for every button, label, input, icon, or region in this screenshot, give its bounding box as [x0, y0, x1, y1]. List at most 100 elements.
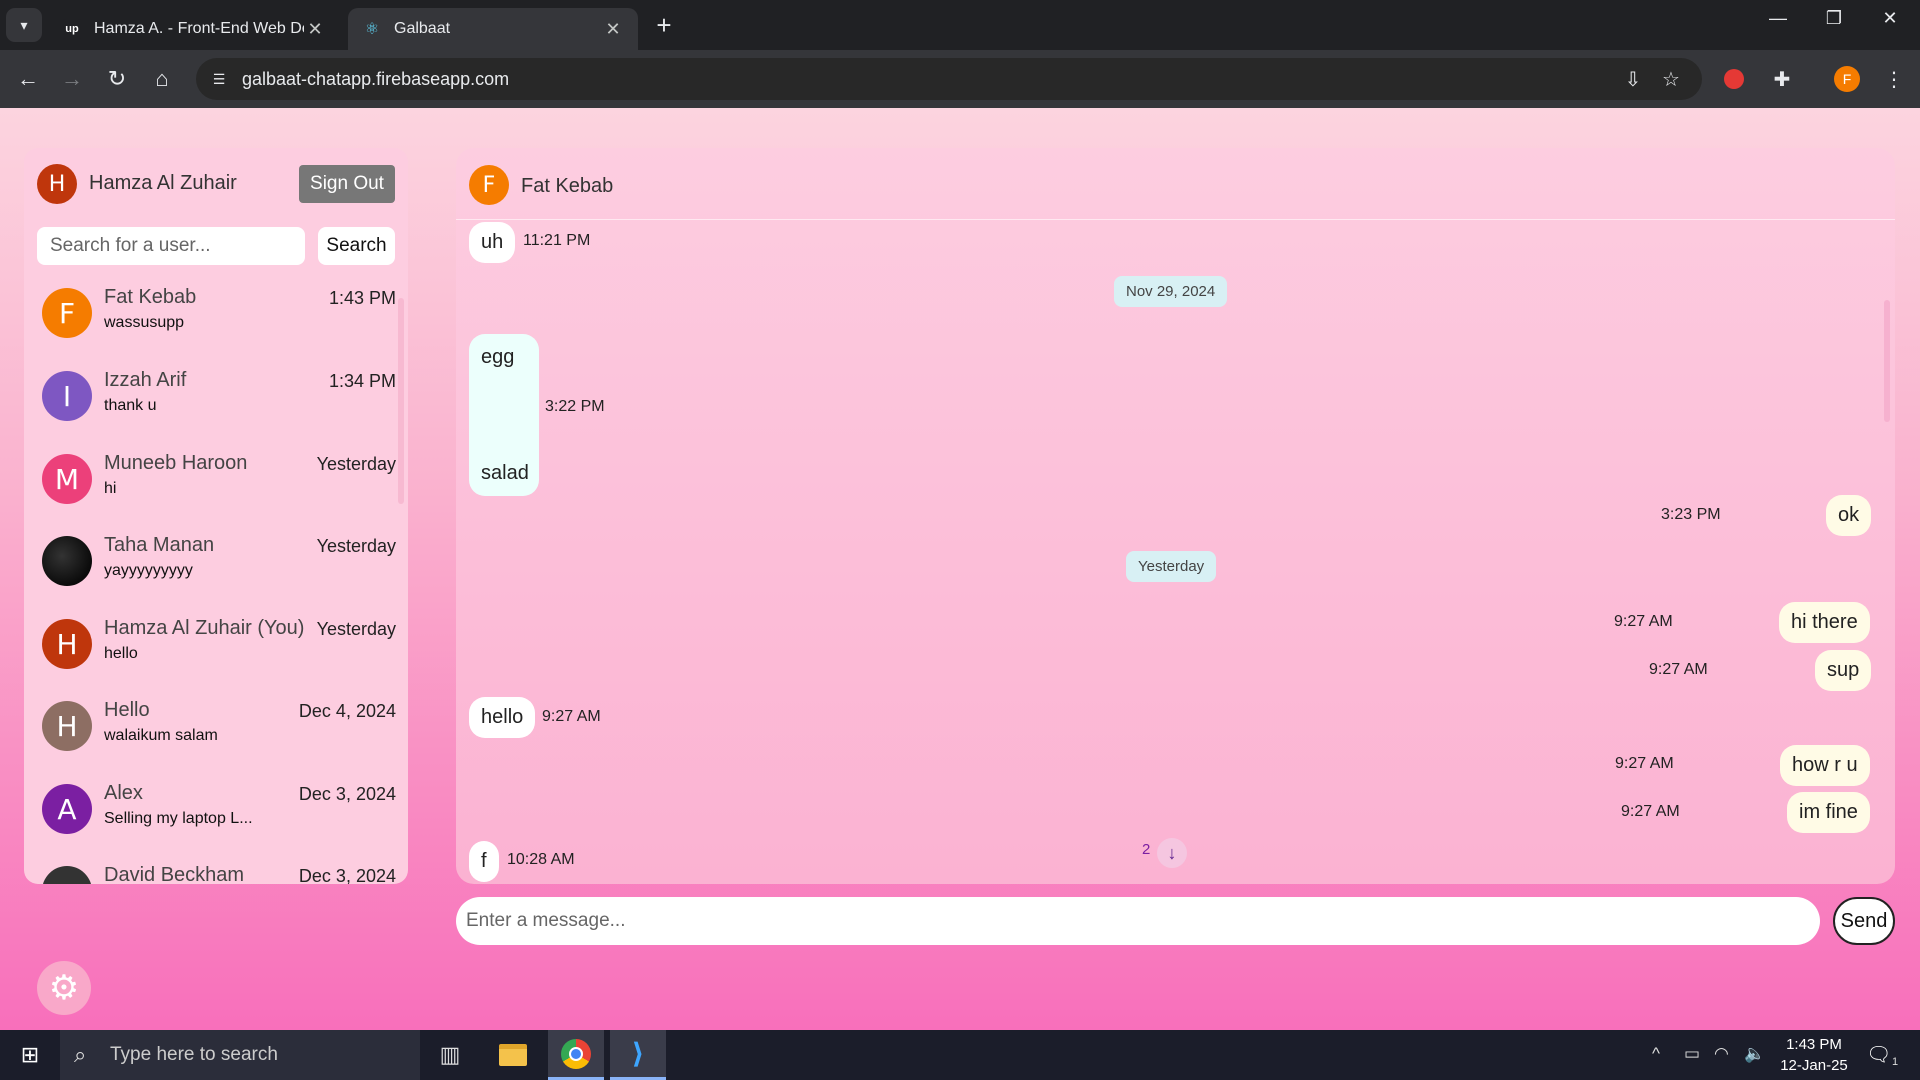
restore-icon[interactable]: ❐ — [1814, 8, 1854, 29]
message-time: 9:27 AM — [1614, 613, 1673, 630]
message-time: 10:28 AM — [507, 851, 575, 868]
sidebar: H Hamza Al Zuhair Sign Out Search F Fat … — [24, 148, 408, 884]
reload-icon[interactable]: ↻ — [101, 63, 133, 95]
contact-last-message: thank u — [104, 397, 157, 414]
message-time: 11:21 PM — [523, 232, 591, 249]
avatar: I — [42, 371, 92, 421]
tab-title: Galbaat — [394, 20, 451, 37]
site-info-icon[interactable]: ☰ — [206, 66, 232, 92]
show-hidden-icons-chevron-icon[interactable]: ^ — [1652, 1044, 1660, 1064]
back-arrow-icon[interactable]: ← — [12, 63, 44, 95]
browser-tab-upwork[interactable]: up Hamza A. - Front-End Web Dev ✕ — [48, 8, 340, 50]
chat-scrollbar[interactable] — [1884, 300, 1890, 422]
contact-time: Dec 4, 2024 — [298, 701, 396, 721]
taskbar-search-box[interactable]: ⌕ Type here to search — [60, 1030, 420, 1080]
volume-icon[interactable]: 🔈 — [1744, 1044, 1765, 1064]
taskbar-clock[interactable]: 1:43 PM 12-Jan-25 — [1774, 1034, 1854, 1076]
message-line: salad — [481, 462, 529, 484]
clock-time: 1:43 PM — [1786, 1036, 1842, 1053]
close-window-icon[interactable]: ✕ — [1870, 8, 1910, 29]
scroll-down-arrow-icon[interactable]: ↓ — [1157, 838, 1187, 868]
url-text: galbaat-chatapp.firebaseapp.com — [242, 69, 510, 89]
contact-list-scrollbar[interactable] — [398, 298, 404, 504]
chat-panel: F Fat Kebab uh 11:21 PM Nov 29, 2024 egg… — [456, 148, 1895, 884]
minimize-icon[interactable]: — — [1758, 8, 1798, 29]
date-separator: Nov 29, 2024 — [1114, 276, 1228, 307]
browser-tab-galbaat[interactable]: ⚛ Galbaat ✕ — [348, 8, 638, 50]
contact-item-david-beckham[interactable]: David Beckham Dec 3, 2024 — [24, 856, 396, 884]
extension-hand-icon[interactable] — [1718, 63, 1750, 95]
extensions-puzzle-icon[interactable]: ✚ — [1766, 63, 1798, 95]
avatar: M — [42, 454, 92, 504]
browser-toolbar: ← → ↻ ⌂ ☰ galbaat-chatapp.firebaseapp.co… — [0, 50, 1920, 108]
close-tab-icon[interactable]: ✕ — [304, 19, 326, 40]
browser-tabstrip: ▾ up Hamza A. - Front-End Web Dev ✕ ⚛ Ga… — [0, 0, 1920, 50]
menu-kebab-icon[interactable]: ⋮ — [1878, 63, 1910, 95]
message-time: 9:27 AM — [1649, 661, 1708, 678]
date-separator: Yesterday — [1126, 551, 1217, 582]
chrome-icon[interactable] — [548, 1030, 604, 1080]
contact-item-fat-kebab[interactable]: F Fat Kebab wassusupp 1:43 PM — [24, 278, 396, 360]
contact-item-muneeb-haroon[interactable]: M Muneeb Haroon hi Yesterday — [24, 444, 396, 526]
new-tab-plus-icon[interactable]: + — [650, 10, 678, 41]
sidebar-header: H Hamza Al Zuhair Sign Out — [24, 148, 408, 220]
message-time: 3:23 PM — [1661, 506, 1721, 523]
contact-list: F Fat Kebab wassusupp 1:43 PM I Izzah Ar… — [24, 278, 396, 884]
current-user-name: Hamza Al Zuhair — [89, 172, 237, 194]
settings-gear-icon[interactable]: ⚙ — [37, 961, 91, 1015]
message-line: egg — [481, 346, 515, 368]
notification-icon[interactable]: 🗨 — [1866, 1042, 1891, 1067]
avatar — [42, 866, 92, 884]
search-button[interactable]: Search — [318, 227, 395, 265]
contact-item-hello[interactable]: H Hello walaikum salam Dec 4, 2024 — [24, 691, 396, 773]
chat-contact-name: Fat Kebab — [521, 175, 614, 197]
chat-contact-avatar[interactable]: F — [469, 165, 509, 205]
current-user-avatar[interactable]: H — [37, 164, 77, 204]
user-search-input[interactable] — [37, 227, 305, 265]
contact-name: Alex — [104, 782, 143, 804]
avatar: A — [42, 784, 92, 834]
message-time: 9:27 AM — [542, 708, 601, 725]
contact-time: Yesterday — [316, 454, 396, 474]
tab-title: Hamza A. - Front-End Web Dev — [94, 20, 304, 37]
home-icon[interactable]: ⌂ — [146, 63, 178, 95]
contact-name: Hamza Al Zuhair (You) — [104, 617, 305, 639]
message-bubble-received: uh — [469, 222, 516, 263]
clock-date: 12-Jan-25 — [1780, 1057, 1848, 1074]
install-app-icon[interactable]: ⇩ — [1620, 67, 1646, 93]
file-explorer-icon[interactable] — [485, 1030, 541, 1080]
contact-time: Yesterday — [316, 619, 396, 639]
message-bubble-sent: im fine — [1787, 792, 1870, 833]
send-button[interactable]: Send — [1833, 897, 1895, 945]
message-bubble-sent: sup — [1815, 650, 1872, 691]
message-bubble-received: egg salad — [469, 334, 539, 496]
tab-search-chevron-icon[interactable]: ▾ — [6, 8, 42, 42]
contact-last-message: hello — [104, 645, 138, 662]
task-view-icon[interactable]: ▥ — [422, 1030, 478, 1080]
contact-item-hamza-al-zuhair-you[interactable]: H Hamza Al Zuhair (You) hello Yesterday — [24, 609, 396, 691]
contact-time: Dec 3, 2024 — [298, 866, 396, 884]
contact-last-message: walaikum salam — [104, 727, 218, 744]
message-input[interactable] — [456, 897, 1820, 945]
sign-out-button[interactable]: Sign Out — [299, 165, 395, 203]
contact-time: Yesterday — [316, 536, 396, 556]
contact-item-alex[interactable]: A Alex Selling my laptop L... Dec 3, 202… — [24, 774, 396, 856]
taskbar-search-placeholder: Type here to search — [110, 1044, 278, 1065]
forward-arrow-icon[interactable]: → — [56, 63, 88, 95]
notification-count: 1 — [1892, 1056, 1899, 1068]
profile-avatar[interactable]: F — [1834, 66, 1860, 92]
wifi-icon[interactable]: ◠ — [1714, 1044, 1729, 1064]
contact-time: Dec 3, 2024 — [298, 784, 396, 804]
vscode-icon[interactable]: ⟩ — [610, 1030, 666, 1080]
address-bar[interactable]: ☰ galbaat-chatapp.firebaseapp.com ⇩ ☆ — [196, 58, 1702, 100]
battery-icon[interactable]: ▭ — [1684, 1044, 1700, 1064]
close-tab-icon[interactable]: ✕ — [602, 19, 624, 40]
contact-item-izzah-arif[interactable]: I Izzah Arif thank u 1:34 PM — [24, 361, 396, 443]
contact-last-message: Selling my laptop L... — [104, 810, 253, 827]
message-time: 9:27 AM — [1621, 803, 1680, 820]
avatar: F — [42, 288, 92, 338]
windows-start-icon[interactable]: ⊞ — [0, 1030, 60, 1080]
message-bubble-sent: how r u — [1780, 745, 1870, 786]
bookmark-star-icon[interactable]: ☆ — [1658, 67, 1684, 93]
contact-item-taha-manan[interactable]: Taha Manan yayyyyyyyyy Yesterday — [24, 526, 396, 608]
